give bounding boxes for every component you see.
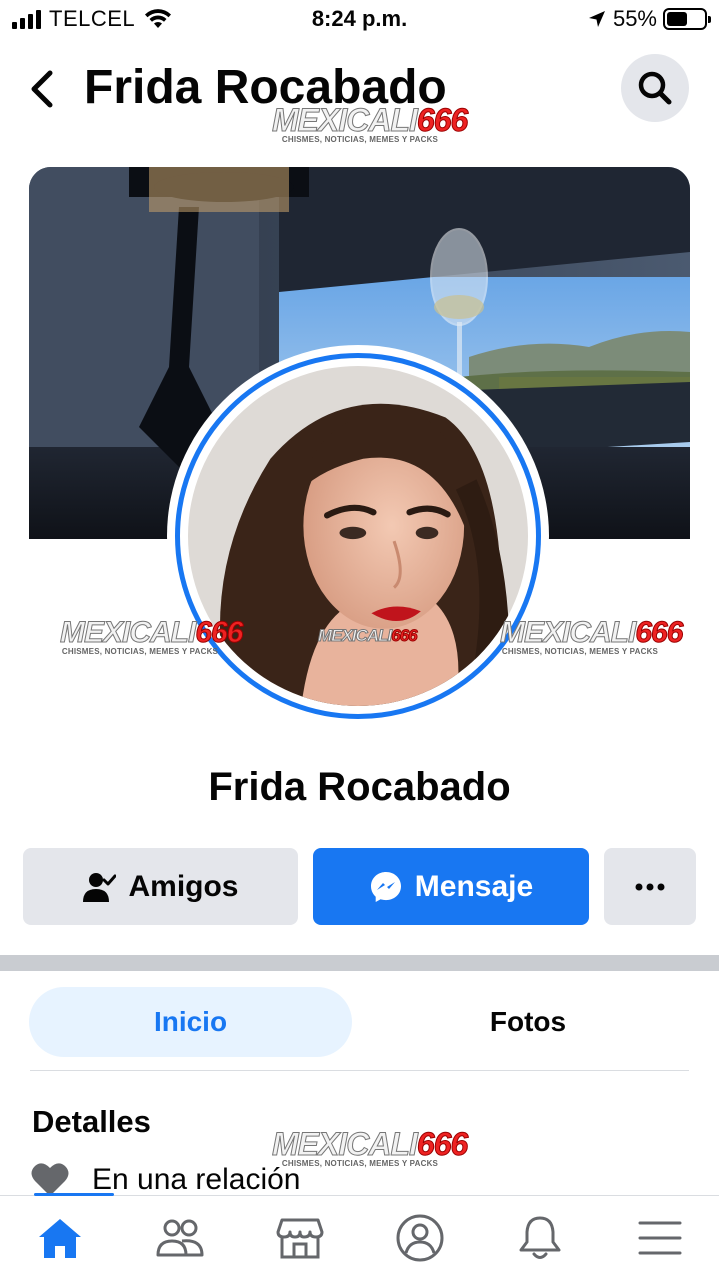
friend-check-icon [83,872,117,902]
profile-icon [396,1214,444,1262]
relationship-status: En una relación [92,1163,301,1196]
watermark-tagline: CHISMES, NOTICIAS, MEMES Y PACKS [61,647,219,656]
details-heading: Detalles [32,1104,151,1139]
watermark-brand-b: 666 [635,616,684,649]
nav-active-indicator [34,1193,114,1196]
home-icon [39,1219,81,1258]
nav-notifications[interactable] [510,1210,570,1266]
profile-actions: Amigos Mensaje [23,848,696,925]
battery-icon [663,8,711,30]
bell-icon [519,1216,561,1259]
bottom-nav [0,1193,719,1280]
watermark-brand-a: MEXICALI [272,1126,419,1162]
nav-menu[interactable] [630,1210,690,1266]
search-button[interactable] [621,54,689,122]
nav-friends[interactable] [150,1210,210,1266]
search-icon [638,71,672,105]
menu-icon [638,1221,682,1255]
tab-photos[interactable]: Fotos [367,987,689,1057]
battery-percent: 55% [612,6,657,31]
location-arrow-icon [588,11,605,27]
battery-fill [667,12,687,26]
watermark-brand-a: MEXICALI [59,616,196,649]
profile-header: Frida Rocabado [0,48,719,132]
marketplace-icon [276,1218,324,1259]
friends-button[interactable]: Amigos [23,848,298,925]
watermark-tagline: CHISMES, NOTICIAS, MEMES Y PACKS [501,647,659,656]
status-bar: TELCEL 8:24 p.m. 55% [0,0,719,40]
watermark-brand-b: 666 [416,1126,468,1162]
nav-marketplace[interactable] [270,1210,330,1266]
nav-profile[interactable] [390,1210,450,1266]
back-button[interactable] [22,64,62,114]
watermark-tagline: CHISMES, NOTICIAS, MEMES Y PACKS [281,135,439,144]
tabs-divider [30,1070,689,1071]
friends-label: Amigos [128,869,239,903]
message-button[interactable]: Mensaje [313,848,589,925]
tab-home[interactable]: Inicio [29,987,352,1057]
chevron-left-icon [31,70,53,108]
messenger-icon [370,871,401,902]
page-title: Frida Rocabado [84,61,447,114]
section-divider [0,955,719,971]
message-label: Mensaje [414,869,534,903]
profile-tabs: Inicio Fotos [29,987,689,1057]
more-dots-icon [635,883,665,890]
status-right: 55% [587,6,711,32]
more-options-button[interactable] [604,848,696,925]
profile-photo [188,366,528,706]
friends-icon [156,1219,204,1257]
profile-picture-frame [175,353,541,719]
nav-home[interactable] [30,1210,90,1266]
profile-picture[interactable] [167,345,549,727]
profile-name: Frida Rocabado [208,765,511,809]
